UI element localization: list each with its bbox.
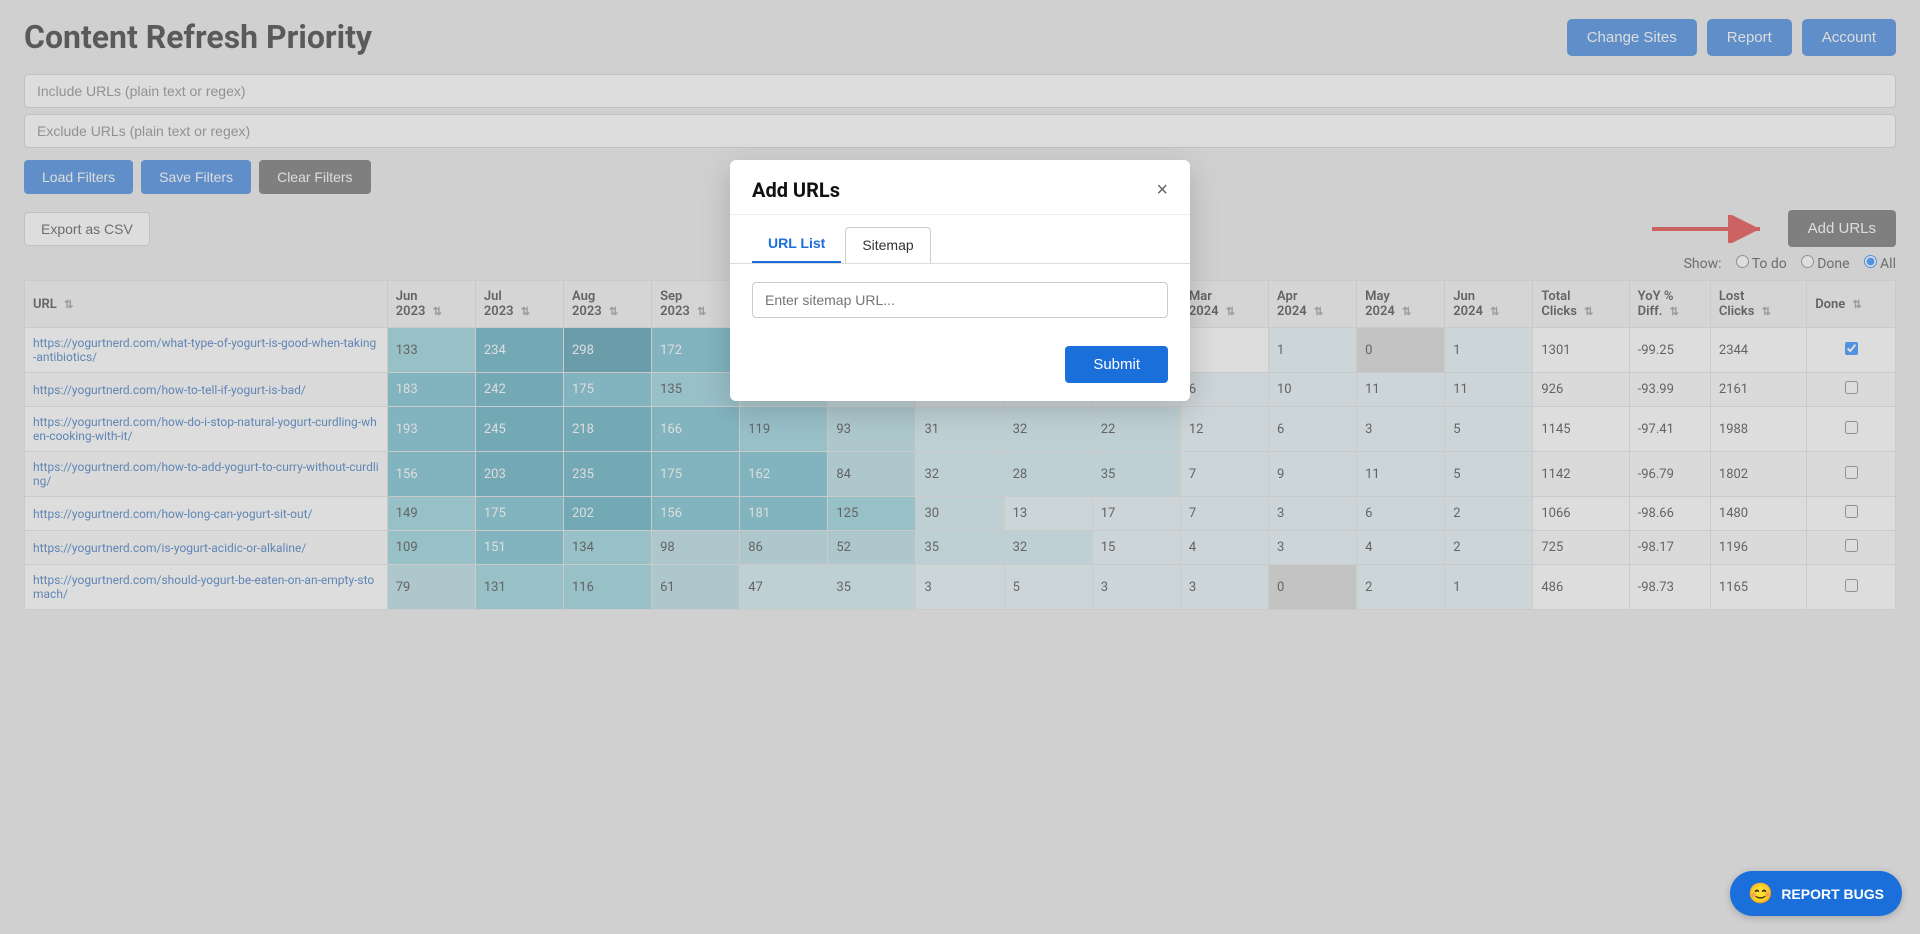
modal-title: Add URLs [752,178,840,202]
modal-tabs: URL List Sitemap [730,215,1190,264]
sitemap-url-input[interactable] [752,282,1168,318]
report-bugs-label: REPORT BUGS [1781,886,1884,902]
smiley-icon: 😊 [1748,881,1773,906]
report-bugs-button[interactable]: 😊 REPORT BUGS [1730,871,1902,916]
modal-body [730,264,1190,334]
modal-close-button[interactable]: × [1156,180,1168,200]
modal-header: Add URLs × [730,160,1190,215]
add-urls-modal: Add URLs × URL List Sitemap Submit [730,160,1190,401]
tab-sitemap[interactable]: Sitemap [845,227,930,263]
modal-overlay[interactable]: Add URLs × URL List Sitemap Submit [0,0,1920,934]
submit-button[interactable]: Submit [1065,346,1168,383]
modal-footer: Submit [730,334,1190,401]
tab-url-list[interactable]: URL List [752,227,841,263]
